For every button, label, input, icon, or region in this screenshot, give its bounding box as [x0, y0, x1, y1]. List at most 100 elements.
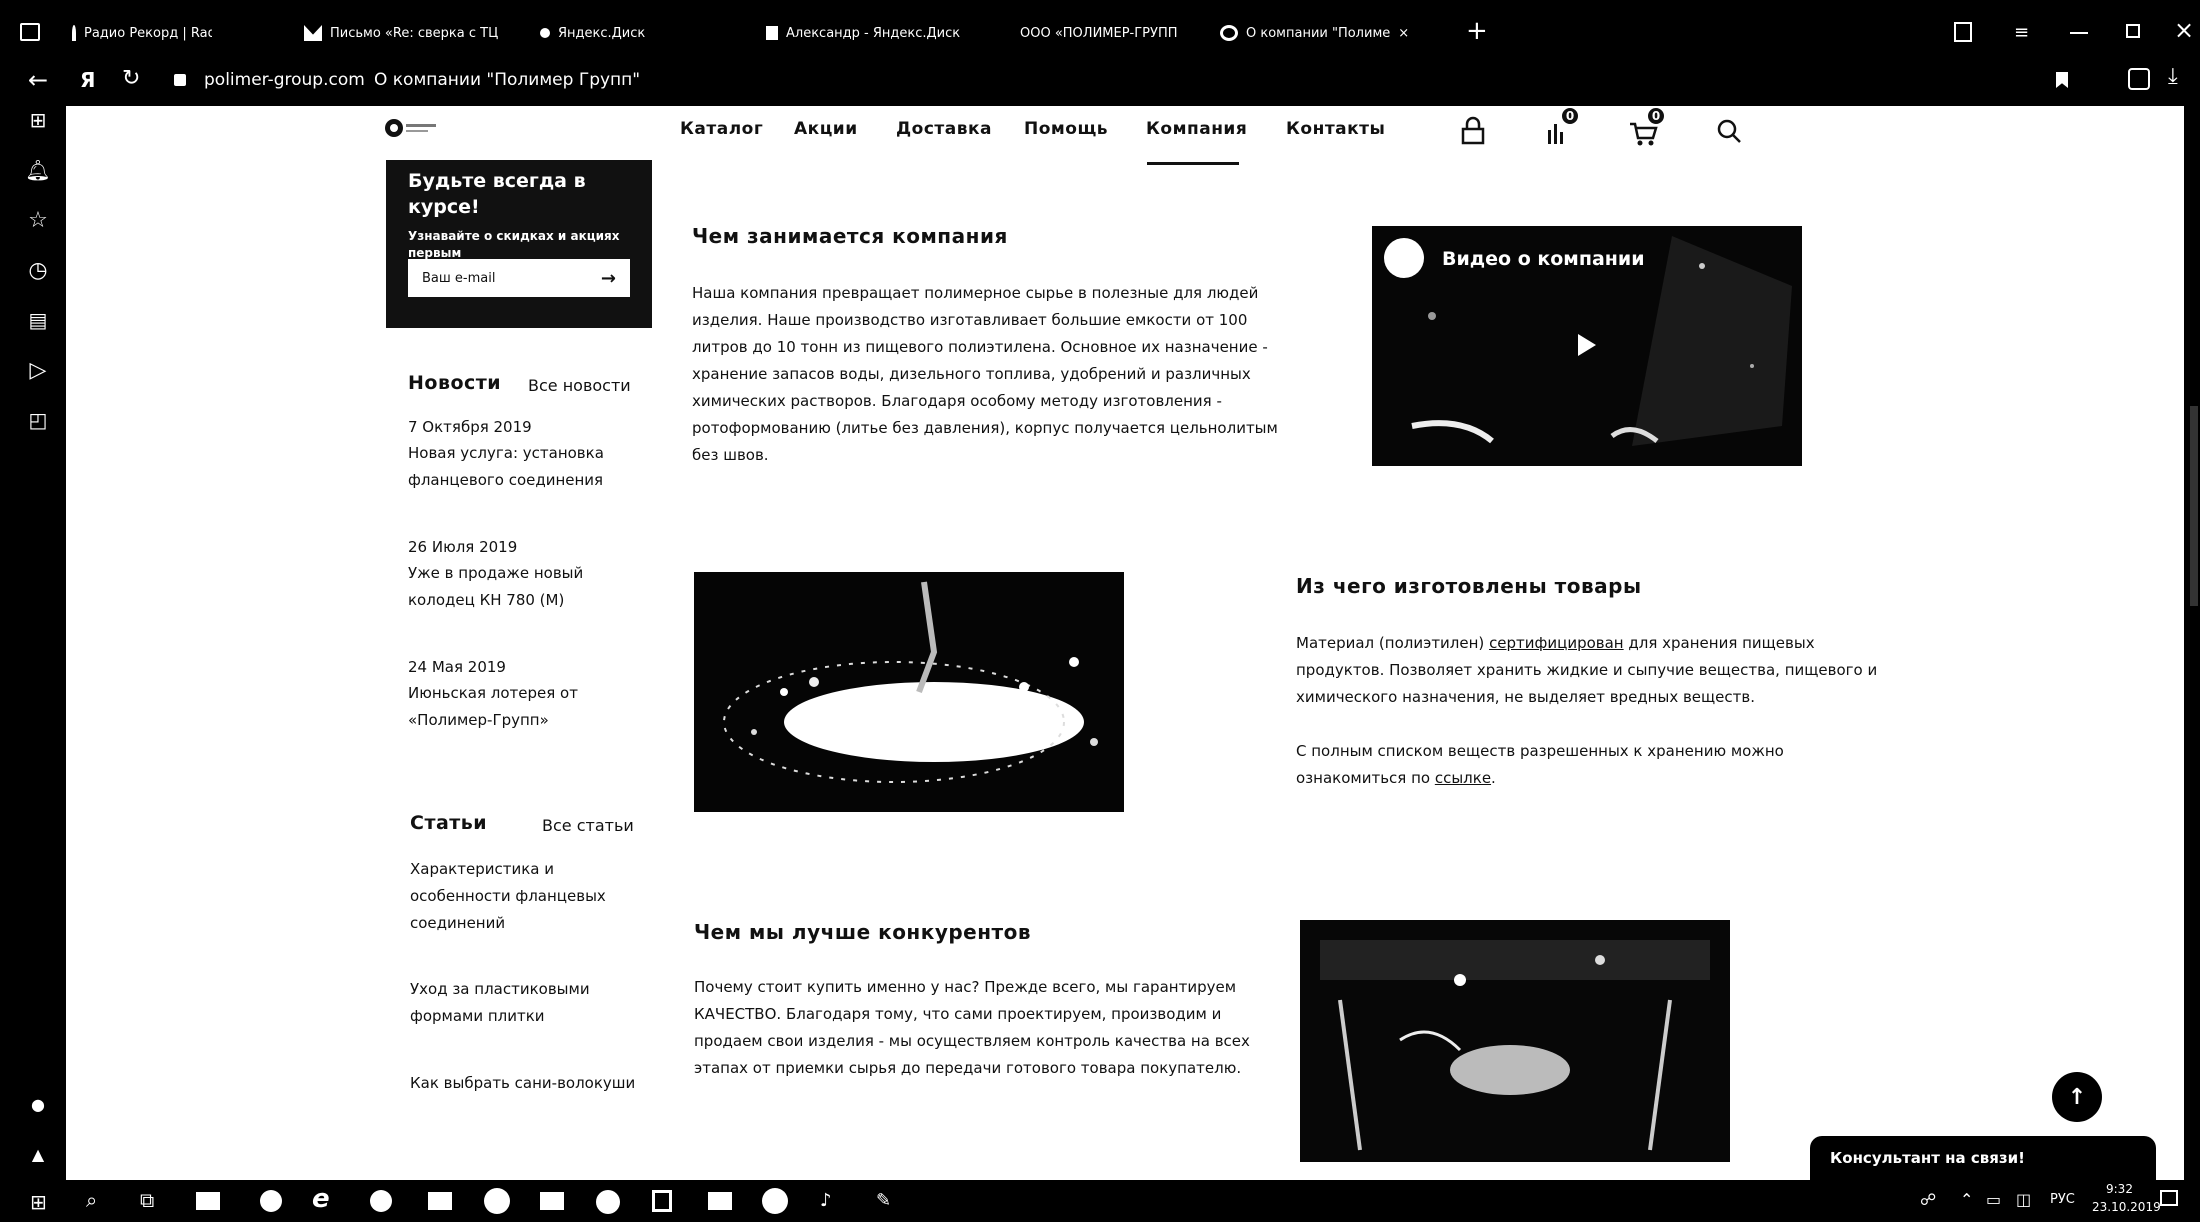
minimize-icon[interactable] [2070, 32, 2088, 34]
article-link[interactable]: Характеристика и особенности фланцевых с… [410, 856, 640, 937]
chat-widget[interactable]: Консультант на связи! [1810, 1136, 2156, 1180]
task-view-icon[interactable]: ⧉ [140, 1188, 154, 1212]
browser-taskbar-icon[interactable] [260, 1190, 282, 1212]
disk-icon [766, 26, 778, 40]
certified-link[interactable]: сертифицирован [1489, 634, 1624, 652]
nav-company[interactable]: Компания [1146, 119, 1247, 147]
search-icon[interactable]: ⌕ [86, 1188, 97, 1212]
news-date: 7 Октября 2019 [408, 418, 532, 436]
notifications-icon[interactable]: 🔔︎ [24, 156, 52, 184]
browser-tab[interactable]: Письмо «Re: сверка с ТЦ [304, 10, 524, 56]
scrollbar-thumb[interactable] [2190, 406, 2198, 606]
network-icon[interactable]: ▭ [1986, 1190, 2001, 1209]
app-icon[interactable]: ♪ [820, 1190, 832, 1211]
arrow-right-icon[interactable]: → [601, 268, 616, 289]
production-photo-1 [694, 572, 1124, 812]
bookmark-icon[interactable] [2056, 72, 2068, 88]
address-bar: ← Я ↻ polimer-group.com О компании "Поли… [10, 56, 2190, 106]
app-icon[interactable] [370, 1190, 392, 1212]
play-icon[interactable] [1578, 334, 1596, 356]
close-icon[interactable]: × [2174, 16, 2194, 44]
substances-text-part: . [1491, 769, 1496, 787]
edge-icon[interactable]: e [312, 1184, 330, 1214]
favorites-icon[interactable]: ☆ [24, 206, 52, 234]
clock-date[interactable]: 23.10.2019 [2092, 1200, 2161, 1214]
section-text-advantages: Почему стоит купить именно у нас? Прежде… [694, 978, 1250, 1077]
news-link[interactable]: Новая услуга: установка фланцевого соеди… [408, 440, 628, 494]
nav-delivery[interactable]: Доставка [896, 119, 992, 147]
start-icon[interactable]: ⊞ [30, 1190, 47, 1214]
people-icon[interactable]: ☍ [1920, 1190, 1936, 1209]
tableau-icon[interactable]: ⊞ [24, 106, 52, 134]
search-icon[interactable] [1712, 114, 1746, 148]
url-page-title[interactable]: О компании "Полимер Групп" [374, 70, 640, 90]
browser-tab[interactable]: Радио Рекорд | Radio Re [72, 10, 212, 56]
back-icon[interactable]: ← [28, 66, 48, 94]
site-logo[interactable] [384, 116, 438, 140]
browser-tab[interactable]: Александр - Яндекс.Диск [766, 10, 986, 56]
section-text-company: Наша компания превращает полимерное сырь… [692, 284, 1278, 464]
app-icon[interactable]: ✎ [876, 1190, 891, 1211]
scroll-to-top-button[interactable]: ↑ [2052, 1072, 2102, 1122]
tab-close-icon[interactable]: × [1398, 26, 1409, 41]
browser-tab[interactable]: ООО «ПОЛИМЕР-ГРУПП [1020, 10, 1210, 56]
yandex-taskbar-icon[interactable] [484, 1188, 510, 1214]
video-channel-icon [1384, 238, 1424, 278]
chat-label: Консультант на связи! [1830, 1149, 2025, 1167]
history-icon[interactable]: ◷ [24, 256, 52, 284]
news-date: 26 Июля 2019 [408, 538, 518, 556]
reload-icon[interactable]: ↻ [122, 66, 140, 91]
url-domain[interactable]: polimer-group.com [204, 70, 365, 90]
nav-contacts[interactable]: Контакты [1286, 119, 1385, 147]
article-link[interactable]: Как выбрать сани-волокуши [410, 1070, 670, 1097]
notifications-icon[interactable] [2160, 1190, 2178, 1206]
excel-icon[interactable] [540, 1192, 564, 1210]
yandex-logo[interactable]: Я [80, 68, 95, 92]
language-indicator[interactable]: РУС [2050, 1192, 2075, 1207]
browser-tab-active[interactable]: О компании "Полиме × [1220, 10, 1420, 56]
video-icon[interactable]: ▷ [24, 356, 52, 384]
compare-count-badge: 0 [1560, 106, 1580, 126]
collections-icon[interactable] [1954, 22, 1972, 42]
profile-icon[interactable]: ▲ [24, 1140, 52, 1168]
nav-help[interactable]: Помощь [1024, 119, 1108, 147]
menu-icon[interactable]: ≡ [2014, 22, 2029, 43]
tab-label: Яндекс.Диск [558, 25, 646, 41]
restore-icon[interactable] [2126, 24, 2140, 38]
app-icon[interactable] [596, 1190, 620, 1214]
browser-tab-bar: Радио Рекорд | Radio Re Письмо «Re: свер… [10, 10, 2194, 56]
all-news-link[interactable]: Все новости [528, 376, 631, 395]
browser-tab[interactable]: Яндекс.Диск [540, 10, 700, 56]
all-articles-link[interactable]: Все статьи [542, 816, 634, 835]
app-icon[interactable] [428, 1192, 452, 1210]
news-link[interactable]: Июньская лотерея от «Полимер-Групп» [408, 680, 608, 734]
collections-icon[interactable]: ▤ [24, 306, 52, 334]
download-icon[interactable]: ⤓ [2168, 64, 2178, 89]
volume-icon[interactable]: ◫ [2016, 1190, 2031, 1209]
web-page: Каталог Акции Доставка Помощь Компания К… [66, 106, 2184, 1180]
nav-catalog[interactable]: Каталог [680, 119, 763, 147]
app-icon[interactable] [762, 1188, 788, 1214]
news-link[interactable]: Уже в продаже новый колодец КН 780 (М) [408, 560, 598, 614]
scrollbar[interactable] [2184, 106, 2200, 1180]
notes-icon[interactable]: ◰ [24, 406, 52, 434]
article-link[interactable]: Уход за пластиковыми формами плитки [410, 976, 610, 1030]
production-scene-1 [694, 572, 1124, 812]
account-lock-icon[interactable] [1456, 114, 1490, 148]
email-field[interactable]: Ваш e-mail → [408, 259, 630, 297]
radio-icon [72, 25, 76, 41]
section-text-substances: С полным списком веществ разрешенных к х… [1296, 738, 1896, 792]
tray-chevron-icon[interactable]: ⌃ [1960, 1190, 1973, 1209]
substances-list-link[interactable]: ссылке [1435, 769, 1491, 787]
protect-icon[interactable] [2128, 68, 2150, 90]
explorer-icon[interactable] [196, 1192, 220, 1210]
alice-icon[interactable]: ● [24, 1090, 52, 1118]
new-tab-button[interactable]: + [1466, 16, 1488, 46]
tabs-menu-icon[interactable] [20, 23, 40, 41]
browser-sidebar: ⊞ 🔔︎ ☆ ◷ ▤ ▷ ◰ ● ▲ [10, 106, 66, 1180]
company-video[interactable]: Видео о компании [1372, 226, 1802, 466]
nav-promotions[interactable]: Акции [794, 119, 858, 147]
app-icon[interactable] [652, 1190, 672, 1212]
word-icon[interactable] [708, 1192, 732, 1210]
clock-time[interactable]: 9:32 [2106, 1182, 2133, 1196]
